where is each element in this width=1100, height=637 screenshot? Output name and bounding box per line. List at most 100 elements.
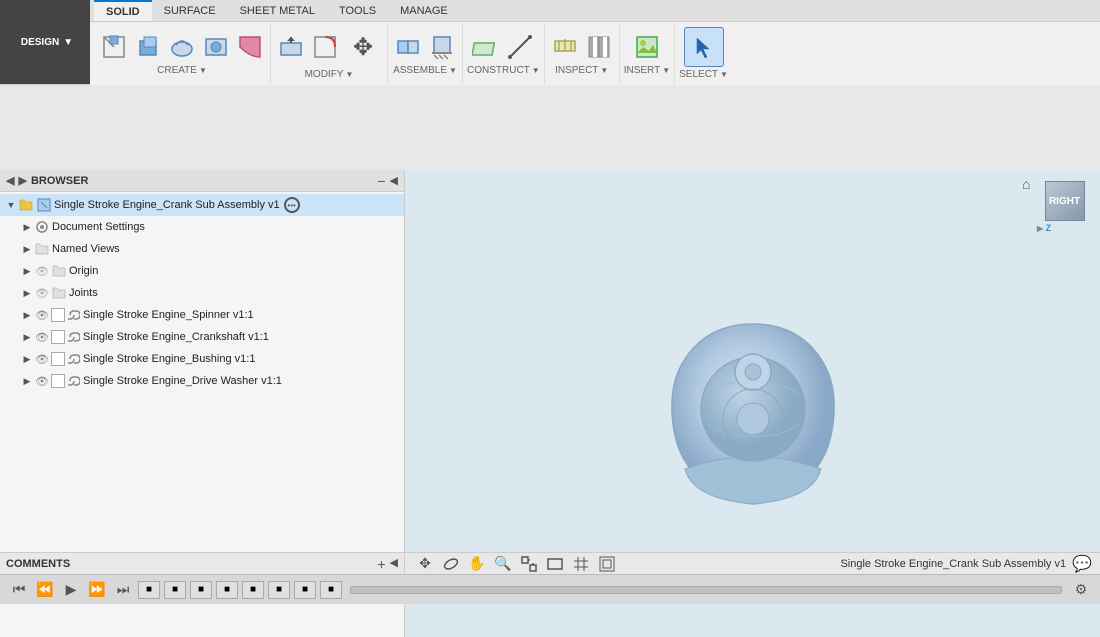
joints-eye-icon[interactable]: 👁 bbox=[34, 285, 50, 301]
bushing-checkbox[interactable] bbox=[51, 352, 65, 366]
bottom-bar: COMMENTS + ◀ ✥ ✋ 🔍 bbox=[0, 552, 1100, 574]
tab-solid[interactable]: SOLID bbox=[94, 0, 152, 21]
expand-spinner[interactable]: ▶ bbox=[20, 308, 34, 322]
expand-crankshaft[interactable]: ▶ bbox=[20, 330, 34, 344]
insert-label[interactable]: INSERT ▼ bbox=[624, 65, 670, 76]
bottom-orbit-icon[interactable] bbox=[439, 554, 463, 574]
timeline-btn-5[interactable]: ■ bbox=[242, 581, 264, 599]
crankshaft-link-icon bbox=[67, 330, 81, 344]
playback-next-icon[interactable]: ⏩ bbox=[86, 579, 108, 601]
modify-fillet-icon[interactable] bbox=[309, 31, 341, 63]
construct-axis-icon[interactable] bbox=[504, 31, 536, 63]
create-hole-icon[interactable] bbox=[200, 31, 232, 63]
bottom-move-icon[interactable]: ✥ bbox=[413, 554, 437, 574]
tab-surface[interactable]: SURFACE bbox=[152, 0, 228, 21]
status-bar-right: ✥ ✋ 🔍 Single Stroke Engine_Crank Sub Ass… bbox=[405, 554, 1100, 574]
bushing-eye-icon[interactable]: 👁 bbox=[34, 351, 50, 367]
design-button[interactable]: DESIGN ▼ bbox=[0, 0, 90, 84]
expand-bushing[interactable]: ▶ bbox=[20, 352, 34, 366]
browser-nav-forward[interactable]: ▶ bbox=[18, 174, 26, 187]
tree-item-joints[interactable]: ▶ 👁 Joints bbox=[0, 282, 404, 304]
tree-item-spinner[interactable]: ▶ 👁 Single Stroke Engine_Spinner v1:1 bbox=[0, 304, 404, 326]
docsettings-icon bbox=[34, 219, 50, 235]
playback-start-icon[interactable]: ⏮ bbox=[8, 579, 30, 601]
expand-namedviews[interactable]: ▶ bbox=[20, 242, 34, 256]
assemble-joint-icon[interactable] bbox=[392, 31, 424, 63]
expand-joints[interactable]: ▶ bbox=[20, 286, 34, 300]
modify-label[interactable]: MODIFY ▼ bbox=[305, 69, 354, 80]
timeline-btn-3[interactable]: ■ bbox=[190, 581, 212, 599]
crankshaft-checkbox[interactable] bbox=[51, 330, 65, 344]
bottom-pan-icon[interactable]: ✋ bbox=[465, 554, 489, 574]
timeline-btn-7[interactable]: ■ bbox=[294, 581, 316, 599]
insert-image-icon[interactable] bbox=[631, 31, 663, 63]
inspect-measure-icon[interactable] bbox=[549, 31, 581, 63]
playback-end-icon[interactable]: ⏭ bbox=[112, 579, 134, 601]
browser-minus-icon[interactable]: − bbox=[377, 173, 385, 189]
origin-eye-icon[interactable]: 👁 bbox=[34, 263, 50, 279]
inspect-label[interactable]: INSPECT ▼ bbox=[555, 65, 608, 76]
docsettings-label: Document Settings bbox=[52, 221, 145, 233]
spinner-eye-icon[interactable]: 👁 bbox=[34, 307, 50, 323]
spinner-checkbox[interactable] bbox=[51, 308, 65, 322]
timeline-btn-2[interactable]: ■ bbox=[164, 581, 186, 599]
create-extrude-icon[interactable] bbox=[132, 31, 164, 63]
create-fillet-icon[interactable] bbox=[234, 31, 266, 63]
tree-item-namedviews[interactable]: ▶ Named Views bbox=[0, 238, 404, 260]
modify-press-pull-icon[interactable] bbox=[275, 31, 307, 63]
comments-panel-collapse-icon[interactable]: ◀ bbox=[390, 556, 398, 572]
assemble-label[interactable]: ASSEMBLE ▼ bbox=[393, 65, 457, 76]
select-cursor-icon[interactable] bbox=[684, 27, 724, 67]
construct-label[interactable]: CONSTRUCT ▼ bbox=[467, 65, 540, 76]
timeline-btn-1[interactable]: ■ bbox=[138, 581, 160, 599]
viewcube-home-button[interactable]: ⌂ bbox=[1022, 176, 1030, 192]
tree-item-crankshaft[interactable]: ▶ 👁 Single Stroke Engine_Crankshaft v1:1 bbox=[0, 326, 404, 348]
create-new-icon[interactable] bbox=[98, 31, 130, 63]
bottom-grid-icon[interactable] bbox=[569, 554, 593, 574]
playback-prev-icon[interactable]: ⏪ bbox=[34, 579, 56, 601]
bottom-more-icon[interactable] bbox=[595, 554, 619, 574]
tree-item-bushing[interactable]: ▶ 👁 Single Stroke Engine_Bushing v1:1 bbox=[0, 348, 404, 370]
drivewasher-eye-icon[interactable]: 👁 bbox=[34, 373, 50, 389]
timeline-track[interactable] bbox=[350, 586, 1062, 594]
tab-tools[interactable]: TOOLS bbox=[327, 0, 388, 21]
tab-sheetmetal[interactable]: SHEET METAL bbox=[228, 0, 327, 21]
create-revolve-icon[interactable] bbox=[166, 31, 198, 63]
expand-origin[interactable]: ▶ bbox=[20, 264, 34, 278]
construct-plane-icon[interactable] bbox=[470, 31, 502, 63]
viewcube-box[interactable]: RIGHT ▶ Z bbox=[1037, 181, 1092, 236]
timeline-btn-4[interactable]: ■ bbox=[216, 581, 238, 599]
tree-root-item[interactable]: ▼ Single Stroke Engine_Crank Sub Assembl… bbox=[0, 194, 404, 216]
expand-docsettings[interactable]: ▶ bbox=[20, 220, 34, 234]
assemble-ground-icon[interactable] bbox=[426, 31, 458, 63]
root-options-icon[interactable]: ••• bbox=[284, 197, 300, 213]
origin-folder-icon bbox=[51, 263, 67, 279]
browser-collapse-icon[interactable]: ◀ bbox=[390, 174, 398, 187]
viewcube-right-face[interactable]: RIGHT bbox=[1045, 181, 1085, 221]
tree-item-drivewasher[interactable]: ▶ 👁 Single Stroke Engine_Drive Washer v1… bbox=[0, 370, 404, 392]
bottom-zoom-icon[interactable]: 🔍 bbox=[491, 554, 515, 574]
assemble-arrow: ▼ bbox=[449, 66, 457, 75]
select-label[interactable]: SELECT ▼ bbox=[679, 69, 728, 80]
create-label[interactable]: CREATE ▼ bbox=[157, 65, 207, 76]
playback-play-icon[interactable]: ▶ bbox=[60, 579, 82, 601]
insert-arrow: ▼ bbox=[662, 66, 670, 75]
tree-item-origin[interactable]: ▶ 👁 Origin bbox=[0, 260, 404, 282]
inspect-zebra-icon[interactable] bbox=[583, 31, 615, 63]
bottom-fit-icon[interactable] bbox=[517, 554, 541, 574]
timeline-settings-icon[interactable]: ⚙ bbox=[1070, 579, 1092, 601]
timeline-btn-8[interactable]: ■ bbox=[320, 581, 342, 599]
timeline-btn-6[interactable]: ■ bbox=[268, 581, 290, 599]
modify-move-icon[interactable]: ✥ bbox=[343, 27, 383, 67]
comments-add-icon[interactable]: + bbox=[377, 556, 385, 572]
tree-item-docsettings[interactable]: ▶ Document Settings bbox=[0, 216, 404, 238]
drivewasher-checkbox[interactable] bbox=[51, 374, 65, 388]
status-chat-icon[interactable]: 💬 bbox=[1072, 554, 1092, 574]
browser-nav-back[interactable]: ◀ bbox=[6, 174, 14, 187]
crankshaft-eye-icon[interactable]: 👁 bbox=[34, 329, 50, 345]
bottom-display-icon[interactable] bbox=[543, 554, 567, 574]
tab-manage[interactable]: MANAGE bbox=[388, 0, 460, 21]
tree-expand-root[interactable]: ▼ bbox=[4, 198, 18, 212]
expand-drivewasher[interactable]: ▶ bbox=[20, 374, 34, 388]
select-arrow: ▼ bbox=[720, 70, 728, 79]
